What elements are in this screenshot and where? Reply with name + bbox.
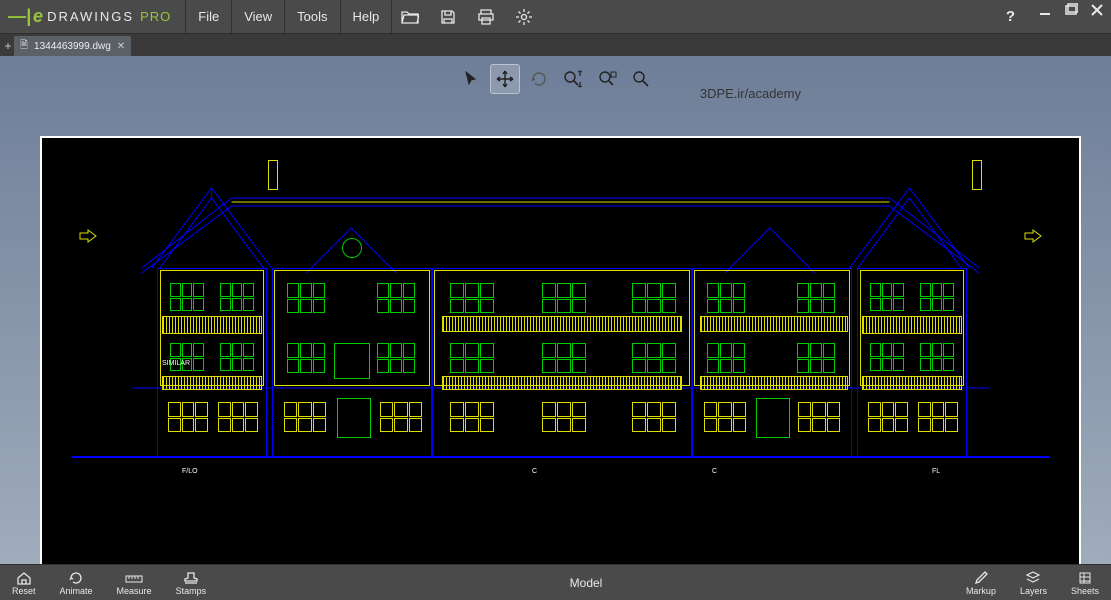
tab-strip: + 🗎 1344463999.dwg ✕ [0,34,1111,56]
menu-view[interactable]: View [232,0,285,33]
axis-label-4: FL [932,468,940,475]
cad-drawing: SIMILAR [72,158,1049,458]
dim-similar: SIMILAR [162,360,190,367]
markup-button[interactable]: Markup [954,568,1008,598]
zoom-tool[interactable] [626,64,656,94]
add-tab-button[interactable]: + [2,36,14,56]
app-logo: —| e DRAWINGS PRO [0,0,186,33]
minimize-button[interactable] [1035,2,1055,18]
sheets-button[interactable]: Sheets [1059,568,1111,598]
drawing-canvas[interactable]: SIMILAR F/LO C C FL [40,136,1081,564]
menu-tools[interactable]: Tools [285,0,340,33]
animate-icon [68,570,84,586]
window-controls [1035,2,1107,18]
select-tool[interactable] [456,64,486,94]
document-tab[interactable]: 🗎 1344463999.dwg ✕ [14,36,131,56]
save-icon[interactable] [438,7,458,27]
animate-button[interactable]: Animate [48,568,105,598]
zoom-fit-tool[interactable] [592,64,622,94]
menu-file[interactable]: File [186,0,232,33]
logo-mark: —| [8,6,31,27]
logo-suffix: PRO [140,9,171,24]
menu-bar: —| e DRAWINGS PRO File View Tools Help ? [0,0,1111,34]
pencil-icon [974,570,988,586]
logo-prefix: e [33,6,43,27]
bottom-toolbar: Reset Animate Measure Stamps Model Marku… [0,564,1111,600]
watermark-text: 3DPE.ir/academy [700,86,801,101]
maximize-button[interactable] [1061,2,1081,18]
rotate-tool[interactable] [524,64,554,94]
file-icon: 🗎 [20,38,28,55]
home-icon [16,570,32,586]
reset-button[interactable]: Reset [0,568,48,598]
pan-tool[interactable] [490,64,520,94]
stamps-button[interactable]: Stamps [164,568,219,598]
settings-icon[interactable] [514,7,534,27]
sheets-icon [1078,570,1092,586]
logo-name: DRAWINGS [47,9,134,24]
open-icon[interactable] [400,7,420,27]
stamps-icon [183,570,199,586]
zoom-window-tool[interactable] [558,64,588,94]
axis-label-1: F/LO [182,468,198,475]
tab-close-button[interactable]: ✕ [117,41,125,52]
axis-label-3: C [712,468,717,475]
menu-items: File View Tools Help [186,0,392,33]
view-toolbar [456,64,656,94]
axis-label-2: C [532,468,537,475]
layers-icon [1025,570,1041,586]
help-button[interactable]: ? [1006,8,1015,25]
bottom-right-group: Markup Layers Sheets [954,568,1111,598]
menu-help[interactable]: Help [341,0,393,33]
close-button[interactable] [1087,2,1107,18]
tab-filename: 1344463999.dwg [34,41,111,52]
layers-button[interactable]: Layers [1008,568,1059,598]
status-mode: Model [218,576,954,590]
measure-icon [125,570,143,586]
bottom-left-group: Reset Animate Measure Stamps [0,568,218,598]
workspace: 3DPE.ir/academy [0,56,1111,564]
quick-toolbar [392,0,534,33]
measure-button[interactable]: Measure [105,568,164,598]
print-icon[interactable] [476,7,496,27]
